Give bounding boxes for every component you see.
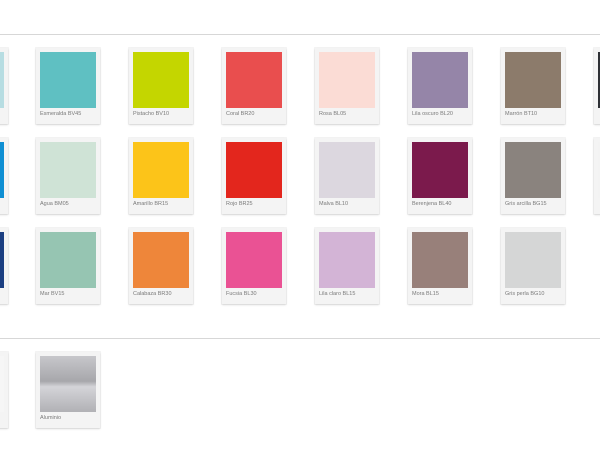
swatch-card-amarillo[interactable]: Amarillo BR15 <box>129 138 193 214</box>
swatch-color-mar <box>40 232 96 288</box>
swatch-color-calabaza <box>133 232 189 288</box>
swatch-card-mora[interactable]: Mora BL15 <box>408 228 472 304</box>
swatch-color-fucsia <box>226 232 282 288</box>
swatch-label-esmeralda: Esmeralda BV45 <box>40 111 82 117</box>
swatch-color-mora <box>412 232 468 288</box>
swatch-color-lila-claro <box>319 232 375 288</box>
swatch-color-partial-blue <box>0 142 4 198</box>
swatch-card-esmeralda[interactable]: Esmeralda BV45 <box>36 48 100 124</box>
swatch-card-partial-white[interactable] <box>0 352 8 428</box>
swatch-card-lila-oscuro[interactable]: Lila oscuro BL20 <box>408 48 472 124</box>
swatch-card-aluminio[interactable]: Aluminio <box>36 352 100 428</box>
swatch-color-lila-oscuro <box>412 52 468 108</box>
swatch-card-rosa[interactable]: Rosa BL05 <box>315 48 379 124</box>
swatch-card-calabaza[interactable]: Calabaza BR30 <box>129 228 193 304</box>
swatch-label-malva: Malva BL10 <box>319 201 349 207</box>
swatch-card-partial-light[interactable] <box>594 138 600 214</box>
swatch-color-partial-navy <box>0 232 4 288</box>
swatch-card-partial-blue[interactable] <box>0 138 8 214</box>
swatch-color-partial-cyan <box>0 52 4 108</box>
swatch-label-lila-oscuro: Lila oscuro BL20 <box>412 111 453 117</box>
swatch-card-agua[interactable]: Agua BM05 <box>36 138 100 214</box>
swatch-color-rojo <box>226 142 282 198</box>
swatch-label-berenjena: Berenjena BL40 <box>412 201 452 207</box>
swatch-color-berenjena <box>412 142 468 198</box>
swatch-card-partial-dark[interactable] <box>594 48 600 124</box>
swatch-color-coral <box>226 52 282 108</box>
swatch-color-partial-white <box>0 356 4 412</box>
swatch-label-agua: Agua BM05 <box>40 201 69 207</box>
swatch-color-marron <box>505 52 561 108</box>
swatch-card-rojo[interactable]: Rojo BR25 <box>222 138 286 214</box>
swatch-label-aluminio: Aluminio <box>40 415 62 421</box>
swatch-label-coral: Coral BR20 <box>226 111 255 117</box>
swatch-label-calabaza: Calabaza BR30 <box>133 291 172 297</box>
swatch-card-malva[interactable]: Malva BL10 <box>315 138 379 214</box>
swatch-card-gris-arcilla[interactable]: Gris arcilla BG15 <box>501 138 565 214</box>
swatch-card-lila-claro[interactable]: Lila claro BL15 <box>315 228 379 304</box>
swatch-color-rosa <box>319 52 375 108</box>
swatch-label-mora: Mora BL15 <box>412 291 439 297</box>
color-catalog-page: Esmeralda BV45 Pistacho BV10 Coral BR20 Ros… <box>0 0 600 450</box>
swatch-card-berenjena[interactable]: Berenjena BL40 <box>408 138 472 214</box>
swatch-label-mar: Mar BV15 <box>40 291 65 297</box>
swatch-label-rosa: Rosa BL05 <box>319 111 347 117</box>
swatch-label-gris-arcilla: Gris arcilla BG15 <box>505 201 547 207</box>
swatch-color-agua <box>40 142 96 198</box>
swatch-label-marron: Marrón BT10 <box>505 111 538 117</box>
swatch-color-gris-arcilla <box>505 142 561 198</box>
swatch-card-gris-perla[interactable]: Gris perla BG10 <box>501 228 565 304</box>
swatch-label-gris-perla: Gris perla BG10 <box>505 291 545 297</box>
swatch-label-amarillo: Amarillo BR15 <box>133 201 169 207</box>
swatch-color-pistacho <box>133 52 189 108</box>
section-divider <box>0 338 600 339</box>
swatch-card-partial-cyan[interactable] <box>0 48 8 124</box>
swatch-label-rojo: Rojo BR25 <box>226 201 253 207</box>
top-divider <box>0 34 600 35</box>
swatch-label-pistacho: Pistacho BV10 <box>133 111 170 117</box>
swatch-label-fucsia: Fucsia BL30 <box>226 291 257 297</box>
swatch-color-esmeralda <box>40 52 96 108</box>
swatch-card-fucsia[interactable]: Fucsia BL30 <box>222 228 286 304</box>
swatch-card-mar[interactable]: Mar BV15 <box>36 228 100 304</box>
swatch-card-pistacho[interactable]: Pistacho BV10 <box>129 48 193 124</box>
swatch-color-gris-perla <box>505 232 561 288</box>
swatch-color-aluminio <box>40 356 96 412</box>
swatch-color-amarillo <box>133 142 189 198</box>
swatch-color-malva <box>319 142 375 198</box>
swatch-card-marron[interactable]: Marrón BT10 <box>501 48 565 124</box>
swatch-card-coral[interactable]: Coral BR20 <box>222 48 286 124</box>
swatch-card-partial-navy[interactable] <box>0 228 8 304</box>
swatch-label-lila-claro: Lila claro BL15 <box>319 291 356 297</box>
